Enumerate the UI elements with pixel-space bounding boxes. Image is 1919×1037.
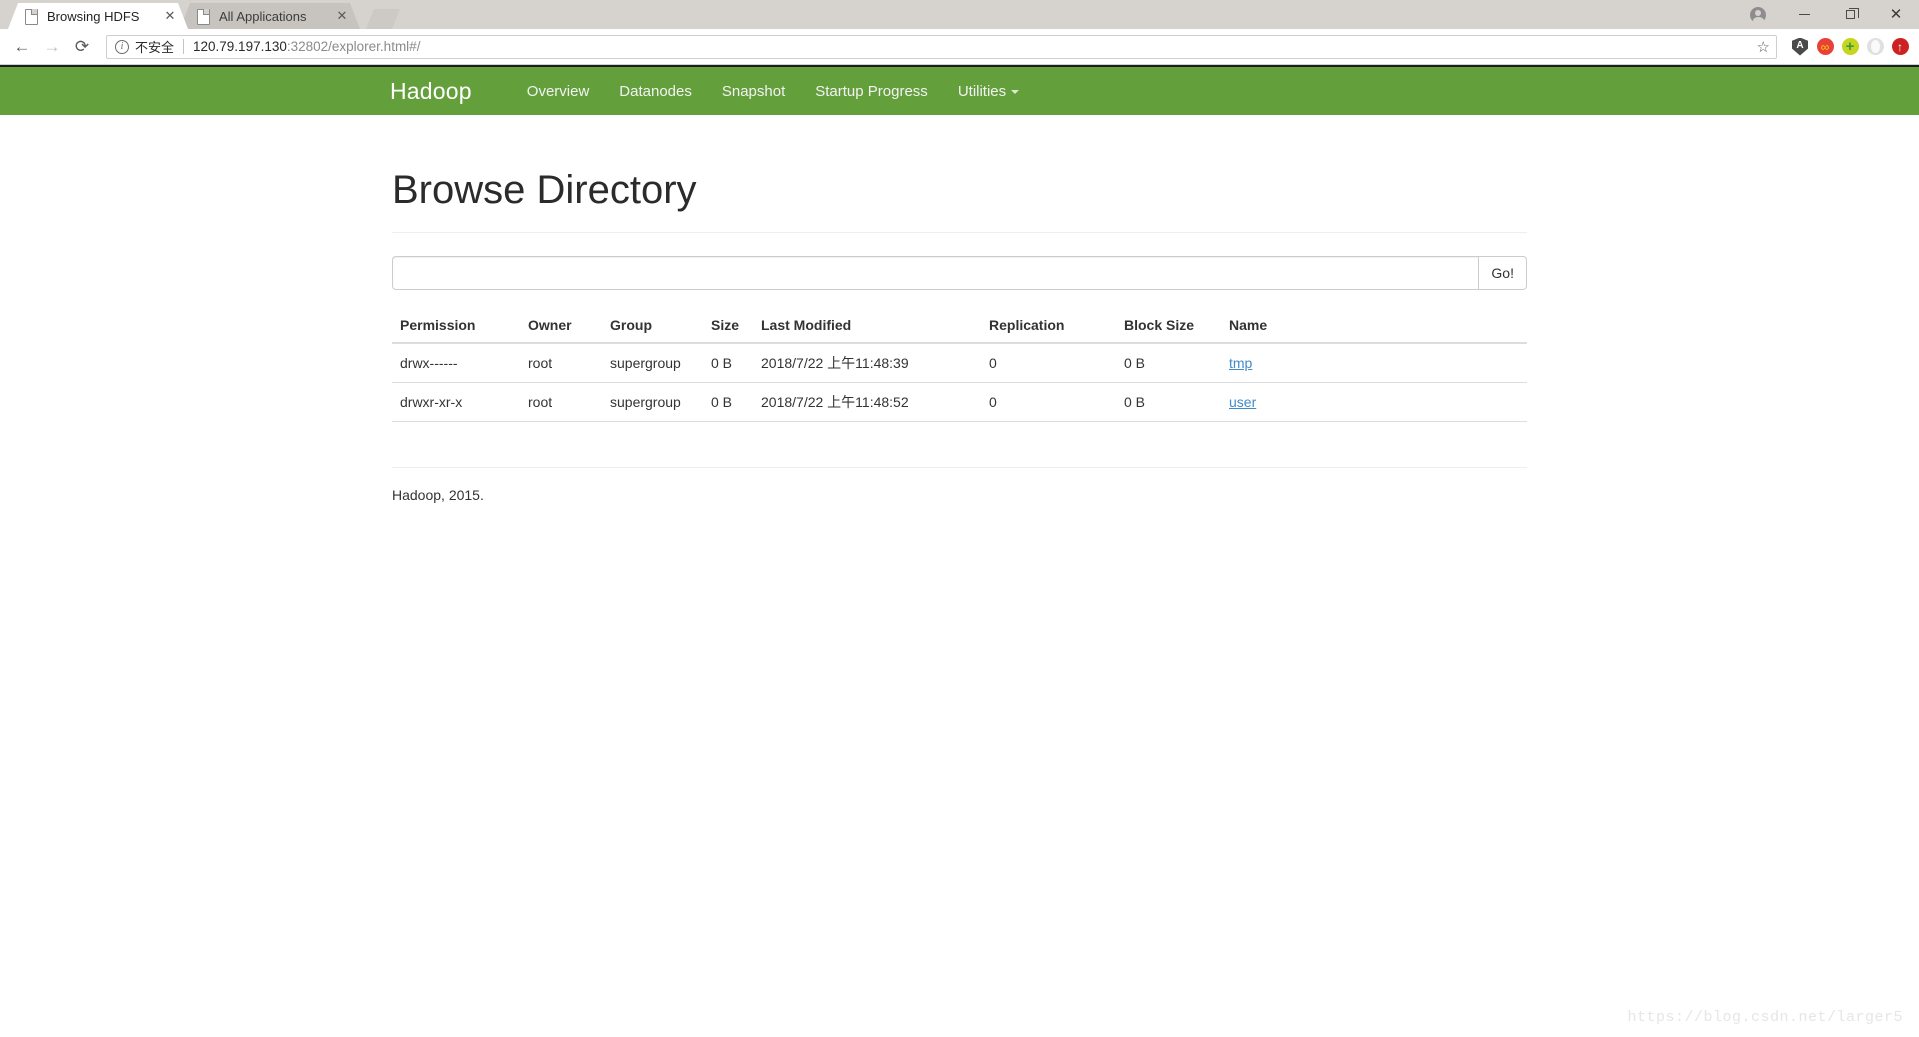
cell-last-modified: 2018/7/22 上午11:48:39 [761, 355, 909, 371]
nav-link-snapshot[interactable]: Snapshot [707, 83, 800, 100]
column-header-replication: Replication [981, 309, 1116, 344]
table-row: drwx------ root supergroup 0 B 2018/7/22… [392, 343, 1527, 383]
browser-titlebar: Browsing HDFS ✕ All Applications ✕ ✕ [0, 0, 1919, 29]
nav-link-overview[interactable]: Overview [512, 83, 605, 100]
column-header-permission: Permission [392, 309, 520, 344]
back-arrow-icon: ← [13, 36, 31, 56]
new-tab-button[interactable] [366, 9, 400, 29]
column-header-group: Group [602, 309, 703, 344]
maximize-icon [1845, 8, 1859, 19]
address-bar[interactable]: i 不安全 120.79.197.130 :32802/explorer.htm… [106, 34, 1777, 59]
column-header-block-size: Block Size [1116, 309, 1221, 344]
go-button[interactable]: Go! [1478, 256, 1527, 290]
directory-listing-table: Permission Owner Group Size Last Modifie… [392, 309, 1527, 422]
tab-strip: Browsing HDFS ✕ All Applications ✕ [8, 0, 1919, 29]
extension-icons: A ∞ [1783, 36, 1911, 58]
column-header-size: Size [703, 309, 753, 344]
tab-title: Browsing HDFS [47, 8, 140, 24]
cell-block-size: 0 B [1116, 382, 1221, 422]
table-body: drwx------ root supergroup 0 B 2018/7/22… [392, 343, 1527, 422]
page-footer: Hadoop, 2015. [392, 467, 1527, 503]
cell-replication: 0 [989, 355, 997, 371]
cell-group: supergroup [602, 382, 703, 422]
close-tab-icon[interactable]: ✕ [334, 8, 350, 24]
cell-owner: root [528, 355, 553, 371]
security-status-label: 不安全 [135, 40, 175, 55]
cell-last-modified: 2018/7/22 上午11:48:52 [753, 382, 981, 422]
chevron-down-icon [1011, 89, 1020, 94]
cell-owner: root [520, 382, 602, 422]
forward-button[interactable]: → [38, 33, 66, 61]
grey-glyph [1866, 38, 1884, 55]
cell-permission: drwxr-xr-x [392, 382, 520, 422]
nav-link-utilities[interactable]: Utilities [943, 83, 1034, 100]
minimize-icon [1798, 14, 1810, 15]
site-info-icon[interactable]: i [115, 39, 129, 54]
page-viewport: Hadoop Overview Datanodes Snapshot Start… [0, 65, 1919, 1036]
cell-permission: drwx------ [400, 355, 458, 371]
grey-circle-icon[interactable] [1864, 36, 1886, 58]
tab-title: All Applications [219, 8, 307, 24]
reload-button[interactable]: ⟳ [68, 33, 96, 61]
watermark-text: https://blog.csdn.net/larger5 [1627, 1009, 1903, 1026]
url-host-text: 120.79.197.130 [193, 39, 287, 54]
green-plus-icon[interactable] [1839, 36, 1861, 58]
cell-name: user [1221, 382, 1527, 422]
column-header-last-modified: Last Modified [753, 309, 981, 344]
infinity-red-icon[interactable]: ∞ [1814, 36, 1836, 58]
shield-glyph: A [1792, 37, 1808, 56]
directory-link-tmp[interactable]: tmp [1229, 355, 1252, 371]
url-path-text: :32802/explorer.html#/ [286, 39, 421, 54]
nav-link-utilities-label: Utilities [957, 82, 1007, 100]
close-icon: ✕ [1889, 6, 1903, 23]
page-title: Browse Directory [392, 168, 697, 212]
cell-block-size: 0 B [1124, 355, 1146, 371]
window-controls: ✕ [1735, 0, 1919, 29]
column-header-owner: Owner [520, 309, 602, 344]
plus-glyph [1841, 38, 1859, 55]
column-header-name: Name [1221, 309, 1527, 344]
directory-link-user[interactable]: user [1229, 394, 1256, 410]
cell-name: tmp [1221, 343, 1527, 383]
path-search-form: Go! [392, 256, 1527, 290]
table-header-row: Permission Owner Group Size Last Modifie… [392, 309, 1527, 344]
path-search-input[interactable] [392, 256, 1479, 290]
back-button[interactable]: ← [8, 33, 36, 61]
cell-size: 0 B [703, 382, 753, 422]
close-tab-icon[interactable]: ✕ [162, 8, 178, 24]
browser-toolbar: ← → ⟳ i 不安全 120.79.197.130 :32802/explor… [0, 29, 1919, 65]
browser-tab-all-applications[interactable]: All Applications ✕ [180, 3, 360, 29]
infinity-glyph: ∞ [1816, 38, 1834, 55]
forward-arrow-icon: → [43, 36, 61, 56]
maximize-button[interactable] [1827, 0, 1873, 29]
page-icon [24, 8, 38, 24]
cell-group: supergroup [610, 355, 681, 371]
cell-replication: 0 [981, 382, 1116, 422]
cell-size: 0 B [711, 355, 733, 371]
browser-tab-browsing-hdfs[interactable]: Browsing HDFS ✕ [8, 3, 188, 29]
bookmark-star-icon[interactable]: ☆ [1747, 38, 1770, 56]
uparrow-glyph [1891, 38, 1909, 55]
page-icon [196, 8, 210, 24]
red-uparrow-icon[interactable] [1889, 36, 1911, 58]
page-container: Browse Directory Go! Permission Owner Gr… [377, 168, 1542, 503]
table-row: drwxr-xr-x root supergroup 0 B 2018/7/22… [392, 382, 1527, 422]
omnibox-divider [183, 39, 185, 54]
profile-avatar-icon [1750, 6, 1766, 24]
navbar-links: Overview Datanodes Snapshot Startup Prog… [512, 83, 1034, 100]
profile-avatar-button[interactable] [1735, 0, 1781, 29]
minimize-button[interactable] [1781, 0, 1827, 29]
angular-badge-icon[interactable]: A [1789, 36, 1811, 58]
close-window-button[interactable]: ✕ [1873, 0, 1919, 29]
hadoop-navbar: Hadoop Overview Datanodes Snapshot Start… [0, 65, 1919, 115]
nav-link-datanodes[interactable]: Datanodes [604, 83, 707, 100]
title-divider [392, 232, 1527, 233]
browser-window: Browsing HDFS ✕ All Applications ✕ ✕ ← →… [0, 0, 1919, 1037]
reload-icon: ⟳ [74, 36, 90, 56]
navbar-brand[interactable]: Hadoop [390, 78, 472, 105]
table-header: Permission Owner Group Size Last Modifie… [392, 309, 1527, 344]
nav-link-startup-progress[interactable]: Startup Progress [800, 83, 943, 100]
